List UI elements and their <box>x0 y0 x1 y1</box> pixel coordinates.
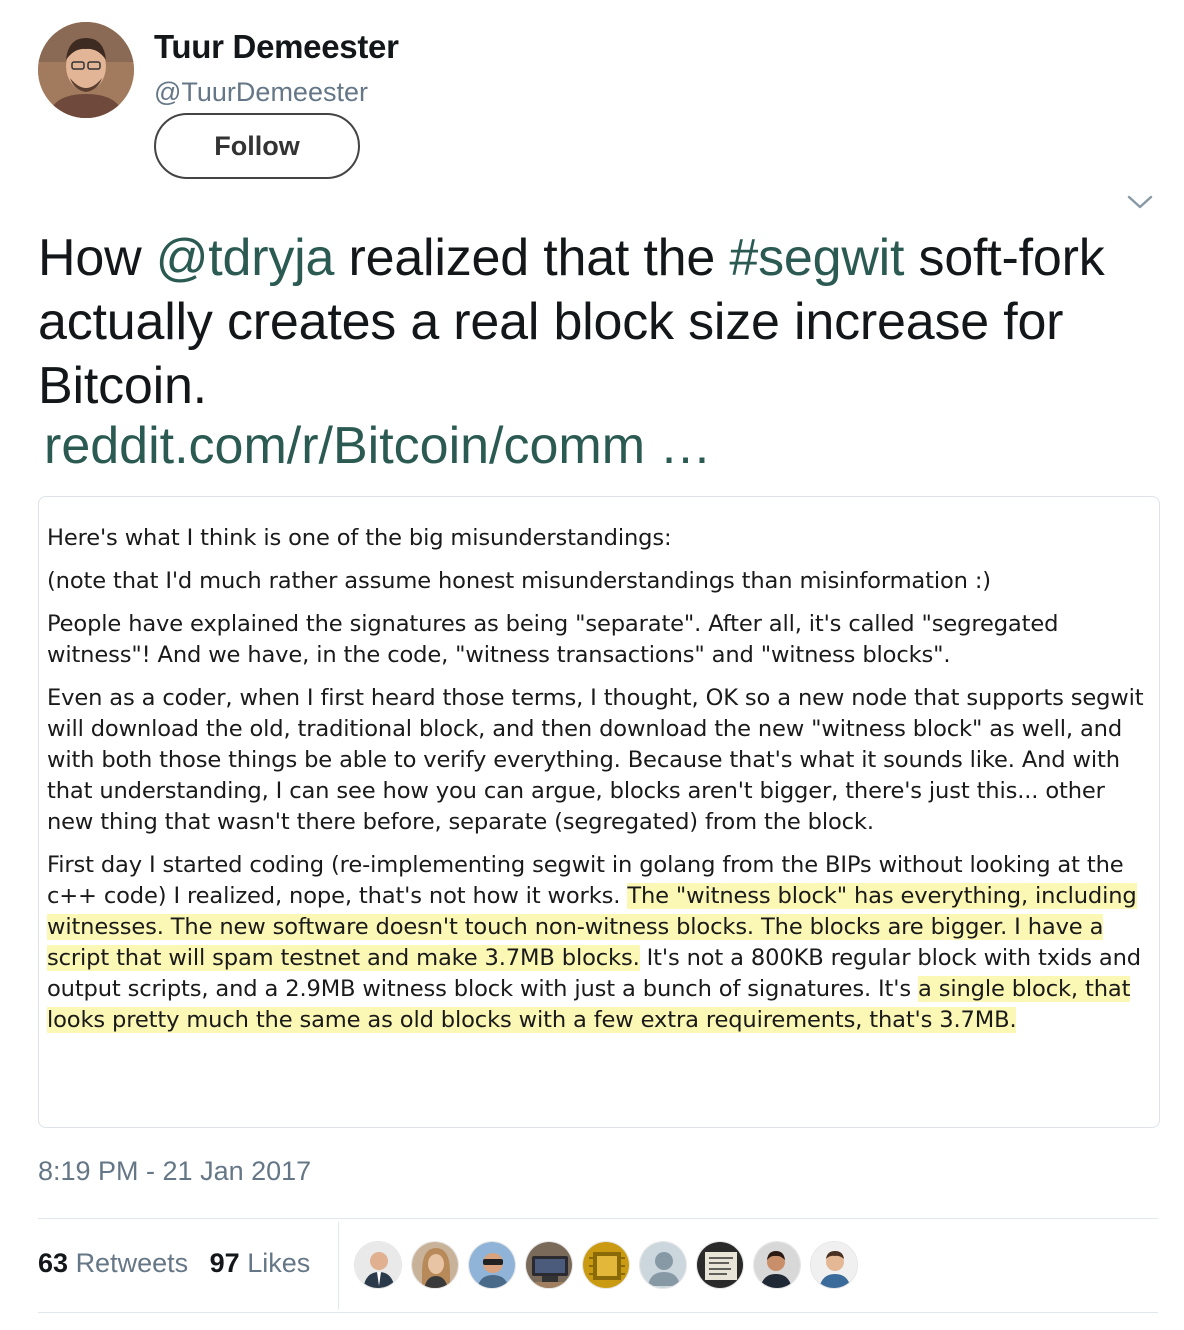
card-paragraph: (note that I'd much rather assume honest… <box>47 568 991 594</box>
divider <box>338 1222 339 1310</box>
retweets-count: 63 <box>38 1248 69 1278</box>
card-paragraph: Here's what I think is one of the big mi… <box>47 525 672 551</box>
card-paragraph: First day I started coding (re-implement… <box>47 850 1153 1036</box>
tweet-text: How @tdryja realized that the #segwit so… <box>38 226 1148 418</box>
divider <box>38 1218 1158 1219</box>
liker-avatar[interactable] <box>525 1241 573 1289</box>
follow-button[interactable]: Follow <box>154 113 360 179</box>
reddit-link[interactable]: reddit.com/r/Bitcoin/comm … <box>44 416 712 476</box>
author-name[interactable]: Tuur Demeester <box>154 28 399 66</box>
likes-stat[interactable]: 97 Likes <box>210 1248 311 1278</box>
liker-avatar[interactable] <box>468 1241 516 1289</box>
card-text: Here's what I think is one of the big mi… <box>47 523 1153 1048</box>
retweets-label: Retweets <box>75 1248 189 1278</box>
card-paragraph: People have explained the signatures as … <box>47 611 1059 668</box>
avatar-image <box>38 22 134 118</box>
tweet-text-part: How <box>38 229 156 287</box>
liker-avatar[interactable] <box>582 1241 630 1289</box>
card-paragraph: Even as a coder, when I first heard thos… <box>47 685 1144 835</box>
tweet-stats: 63 Retweets 97 Likes <box>38 1248 324 1279</box>
hashtag-link[interactable]: #segwit <box>729 229 904 287</box>
liker-avatar[interactable] <box>810 1241 858 1289</box>
liker-avatar[interactable] <box>639 1241 687 1289</box>
liker-avatar[interactable] <box>354 1241 402 1289</box>
tweet-text-part: realized that the <box>334 229 730 287</box>
liker-avatar[interactable] <box>411 1241 459 1289</box>
retweets-stat[interactable]: 63 Retweets <box>38 1248 188 1278</box>
likes-label: Likes <box>247 1248 311 1278</box>
likes-count: 97 <box>209 1248 240 1278</box>
author-handle[interactable]: @TuurDemeester <box>154 77 368 108</box>
quoted-image-card[interactable]: Here's what I think is one of the big mi… <box>38 496 1160 1128</box>
chevron-down-icon[interactable] <box>1126 192 1154 212</box>
liker-avatar[interactable] <box>753 1241 801 1289</box>
likers-avatars <box>354 1241 867 1289</box>
mention-link[interactable]: @tdryja <box>156 229 335 287</box>
author-avatar[interactable] <box>38 22 134 118</box>
tweet-timestamp[interactable]: 8:19 PM - 21 Jan 2017 <box>38 1156 311 1187</box>
liker-avatar[interactable] <box>696 1241 744 1289</box>
divider <box>38 1312 1158 1313</box>
